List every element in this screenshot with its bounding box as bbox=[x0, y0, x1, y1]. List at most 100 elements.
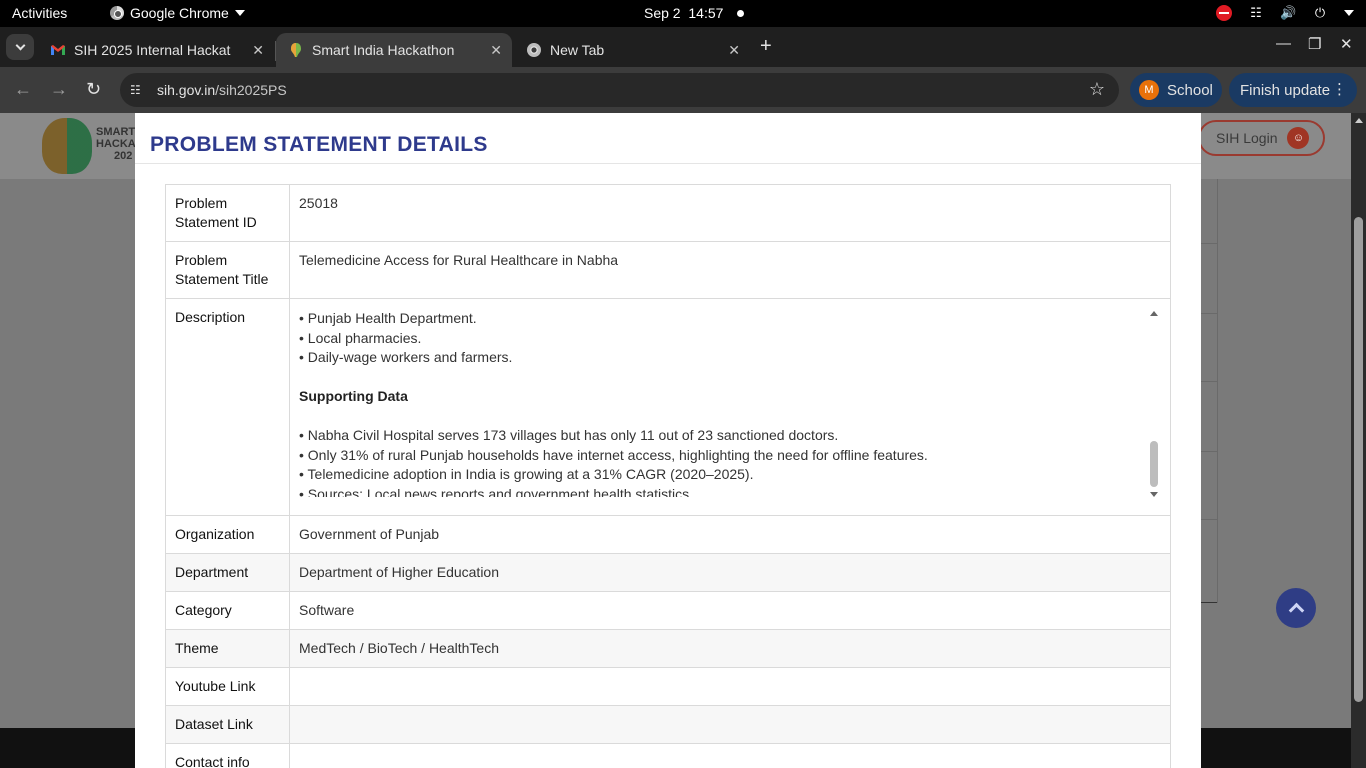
row-value[interactable] bbox=[289, 705, 1171, 744]
tab-strip: SIH 2025 Internal Hackat ✕ Smart India H… bbox=[0, 27, 1366, 67]
caret-down-icon bbox=[1344, 10, 1354, 16]
chrome-icon bbox=[527, 43, 541, 57]
description-text: • Punjab Health Department. • Local phar… bbox=[299, 299, 1140, 497]
profile-button[interactable]: M School bbox=[1130, 73, 1222, 107]
page-viewport: SMART HACKA 202 SIH Login ☺ PROBLEM STAT… bbox=[0, 113, 1366, 768]
description-line: • Local pharmacies. bbox=[299, 329, 422, 346]
scrollbar-thumb[interactable] bbox=[1354, 217, 1363, 702]
description-scrollbar[interactable] bbox=[1148, 307, 1160, 497]
volume-icon: 🔊 bbox=[1280, 5, 1297, 20]
row-label: Description bbox=[165, 298, 290, 516]
do-not-disturb-icon[interactable] bbox=[1216, 5, 1232, 21]
problem-statement-modal: PROBLEM STATEMENT DETAILS Problem Statem… bbox=[135, 113, 1201, 768]
row-label: Youtube Link bbox=[165, 667, 290, 706]
site-info-icon[interactable]: ☷ bbox=[130, 82, 146, 98]
row-label: Organization bbox=[165, 515, 290, 554]
tab-gmail[interactable]: SIH 2025 Internal Hackat ✕ bbox=[38, 33, 274, 67]
sih-logo-icon bbox=[42, 118, 92, 174]
url-text: sih.gov.in/sih2025PS bbox=[157, 82, 287, 98]
sih-favicon-icon bbox=[291, 43, 301, 57]
close-tab-icon[interactable]: ✕ bbox=[490, 42, 502, 59]
description-line: • Only 31% of rural Punjab households ha… bbox=[299, 446, 928, 463]
bookmark-star-icon[interactable]: ☆ bbox=[1089, 79, 1105, 100]
chevron-up-icon bbox=[1288, 602, 1304, 619]
background-table-border bbox=[1201, 451, 1217, 452]
back-arrow-icon[interactable]: ← bbox=[14, 79, 32, 100]
table-row: Problem Statement ID 25018 bbox=[165, 184, 1171, 242]
description-line: • Punjab Health Department. bbox=[299, 310, 477, 326]
row-label: Category bbox=[165, 591, 290, 630]
restore-icon[interactable]: ❐ bbox=[1308, 35, 1321, 53]
description-line: • Telemedicine adoption in India is grow… bbox=[299, 466, 754, 482]
tab-title: New Tab bbox=[550, 42, 605, 58]
background-table-border bbox=[1201, 243, 1217, 244]
background-table-border bbox=[1201, 313, 1217, 314]
table-row: Description • Punjab Health Department. … bbox=[165, 298, 1171, 516]
new-tab-plus-icon[interactable]: + bbox=[760, 35, 772, 58]
close-tab-icon[interactable]: ✕ bbox=[728, 42, 740, 59]
description-line: • Daily-wage workers and farmers. bbox=[299, 349, 513, 365]
tab-title: SIH 2025 Internal Hackat bbox=[74, 42, 231, 58]
scroll-to-top-button[interactable] bbox=[1276, 588, 1316, 628]
row-value bbox=[289, 743, 1171, 768]
scrollbar-thumb[interactable] bbox=[1150, 441, 1158, 487]
sih-login-label: SIH Login bbox=[1216, 130, 1278, 146]
row-label: Department bbox=[165, 553, 290, 592]
system-tray[interactable]: ☷ 🔊 ⏻ bbox=[1216, 5, 1354, 21]
details-table: Problem Statement ID 25018 Problem State… bbox=[165, 184, 1171, 768]
user-icon: ☺ bbox=[1287, 127, 1310, 149]
sih-login-button[interactable]: SIH Login ☺ bbox=[1198, 120, 1325, 156]
page-scrollbar[interactable] bbox=[1351, 113, 1366, 768]
scroll-up-arrow-icon[interactable] bbox=[1150, 311, 1158, 316]
row-value: MedTech / BioTech / HealthTech bbox=[289, 629, 1171, 668]
reload-icon[interactable]: ↻ bbox=[86, 79, 101, 100]
clock[interactable]: Sep 2 14:57 bbox=[644, 5, 745, 21]
row-label: Theme bbox=[165, 629, 290, 668]
table-row: Organization Government of Punjab bbox=[165, 515, 1171, 554]
row-value: Government of Punjab bbox=[289, 515, 1171, 554]
tab-search-button[interactable] bbox=[6, 34, 34, 60]
row-label: Problem Statement Title bbox=[165, 241, 290, 299]
row-label: Dataset Link bbox=[165, 705, 290, 744]
row-value[interactable] bbox=[289, 667, 1171, 706]
avatar: M bbox=[1139, 80, 1159, 100]
description-line: • Sources: Local news reports and govern… bbox=[299, 485, 693, 498]
table-row: Contact info bbox=[165, 743, 1171, 768]
app-menu[interactable]: Google Chrome bbox=[110, 5, 245, 21]
gmail-icon bbox=[51, 45, 65, 55]
caret-down-icon bbox=[234, 10, 245, 16]
table-row: Category Software bbox=[165, 591, 1171, 630]
minimize-icon[interactable]: — bbox=[1276, 35, 1291, 52]
description-subheading: Supporting Data bbox=[299, 388, 408, 404]
table-row: Problem Statement Title Telemedicine Acc… bbox=[165, 241, 1171, 299]
description-cell[interactable]: • Punjab Health Department. • Local phar… bbox=[289, 298, 1171, 516]
scroll-down-arrow-icon[interactable] bbox=[1150, 492, 1158, 497]
chevron-down-icon bbox=[15, 40, 25, 51]
network-icon: ☷ bbox=[1250, 5, 1262, 20]
row-value: Telemedicine Access for Rural Healthcare… bbox=[289, 241, 1171, 299]
close-window-icon[interactable]: ✕ bbox=[1340, 35, 1353, 53]
sih-logo-text: SMART HACKA 202 bbox=[96, 126, 136, 162]
finish-update-button[interactable]: Finish update ⋮ bbox=[1229, 73, 1357, 107]
more-menu-icon[interactable]: ⋮ bbox=[1332, 82, 1347, 98]
address-bar[interactable]: ☷ sih.gov.in/sih2025PS ☆ bbox=[120, 73, 1119, 107]
modal-title: PROBLEM STATEMENT DETAILS bbox=[150, 133, 488, 156]
row-value: Department of Higher Education bbox=[289, 553, 1171, 592]
row-label: Problem Statement ID bbox=[165, 184, 290, 242]
notification-dot-icon bbox=[737, 9, 745, 17]
modal-divider bbox=[135, 163, 1201, 164]
tab-new-tab[interactable]: New Tab ✕ bbox=[514, 33, 750, 67]
tab-title: Smart India Hackathon bbox=[312, 42, 455, 58]
row-value: Software bbox=[289, 591, 1171, 630]
background-table-border bbox=[1201, 381, 1217, 382]
close-tab-icon[interactable]: ✕ bbox=[252, 42, 264, 59]
row-value: 25018 bbox=[289, 184, 1171, 242]
scroll-up-arrow-icon[interactable] bbox=[1355, 118, 1363, 123]
tab-smart-india-hackathon[interactable]: Smart India Hackathon ✕ bbox=[276, 33, 512, 67]
activities-button[interactable]: Activities bbox=[12, 5, 67, 21]
browser-toolbar: ← → ↻ ☷ sih.gov.in/sih2025PS ☆ M School … bbox=[0, 67, 1366, 113]
forward-arrow-icon[interactable]: → bbox=[50, 79, 68, 100]
background-table-border bbox=[1201, 602, 1217, 603]
description-scroll-area[interactable]: • Punjab Health Department. • Local phar… bbox=[290, 299, 1170, 497]
background-table-border bbox=[1217, 179, 1218, 603]
